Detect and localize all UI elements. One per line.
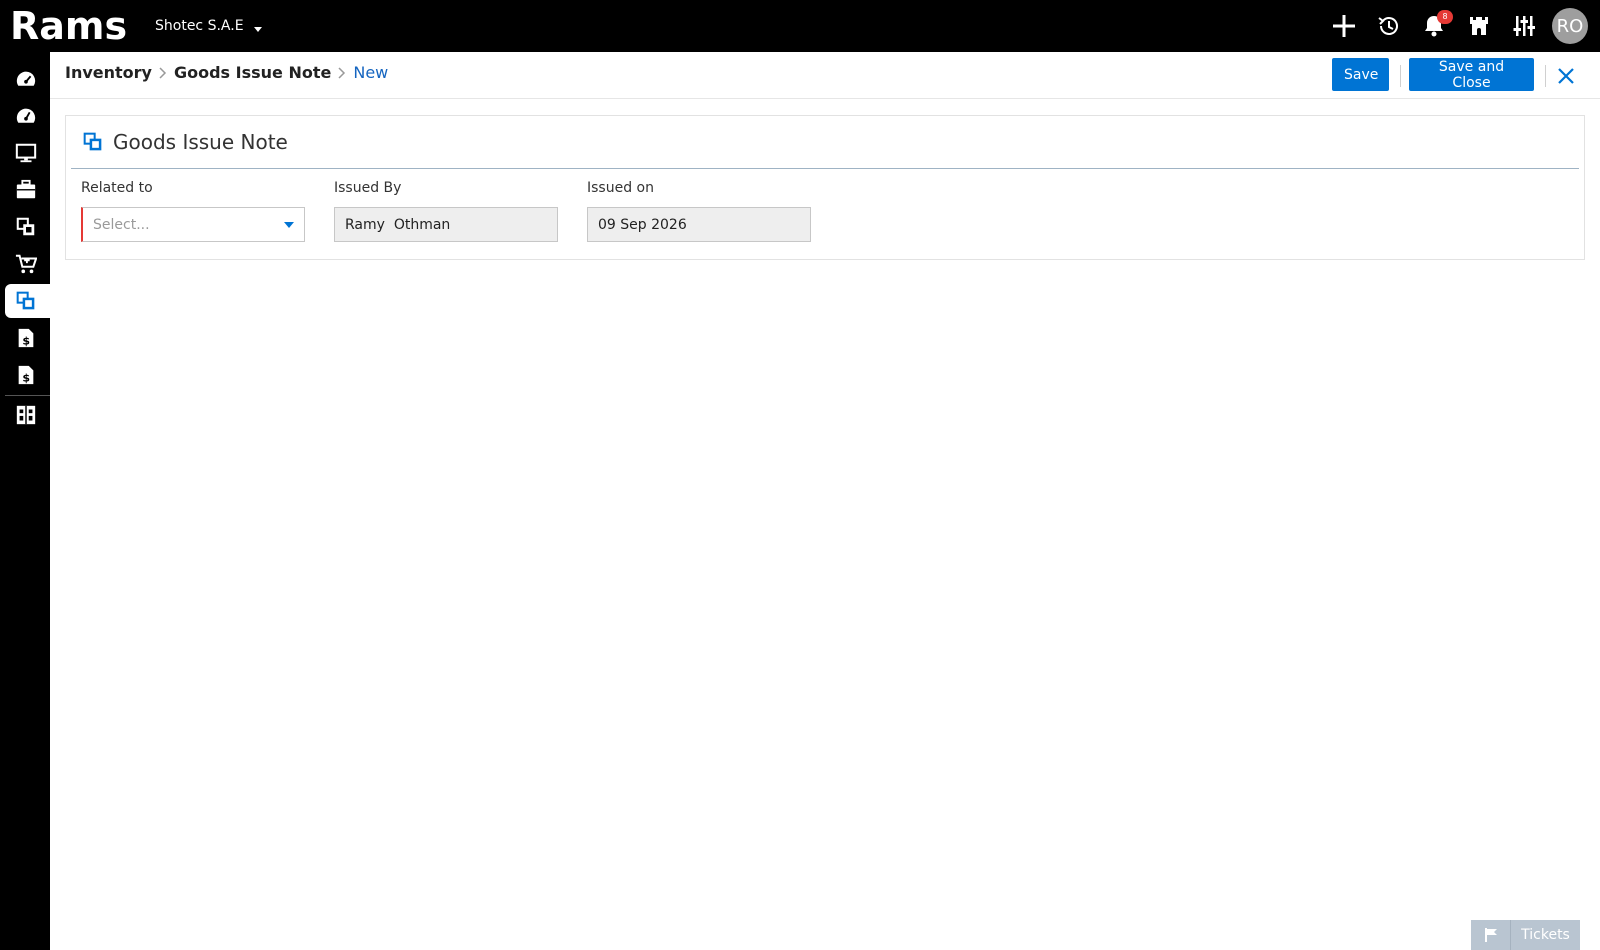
sidebar-item-monitor[interactable]: [5, 136, 50, 170]
svg-text:$: $: [22, 334, 30, 347]
issued-on-value: 09 Sep 2026: [598, 216, 687, 233]
notification-badge: 8: [1437, 10, 1453, 24]
tickets-button[interactable]: Tickets: [1471, 920, 1580, 950]
issued-on-label: Issued on: [587, 180, 654, 196]
monitor-icon: [15, 143, 36, 163]
breadcrumb-inventory[interactable]: Inventory: [65, 63, 152, 82]
save-and-close-button[interactable]: Save and Close: [1409, 58, 1534, 91]
add-icon: [1332, 15, 1355, 37]
company-name: Shotec S.A.E: [155, 18, 244, 34]
chevron-right-icon: [338, 66, 346, 79]
sidebar-item-briefcase[interactable]: [5, 173, 50, 207]
settings-button[interactable]: [1501, 0, 1546, 52]
flag-icon: [1471, 920, 1511, 950]
top-bar: Rams Shotec S.A.E 8 RO: [0, 0, 1600, 52]
breadcrumb-goods-issue-note[interactable]: Goods Issue Note: [174, 63, 331, 82]
sidebar-item-dashboard[interactable]: [5, 62, 50, 96]
close-button[interactable]: [1554, 64, 1578, 88]
tickets-label: Tickets: [1521, 927, 1570, 943]
divider: [1545, 65, 1546, 87]
issued-on-input: 09 Sep 2026: [587, 207, 811, 242]
invoice-alt-icon: $: [18, 365, 33, 384]
sidebar-item-cart[interactable]: [5, 247, 50, 281]
history-icon: [1377, 17, 1398, 35]
dashboard-alt-icon: [16, 108, 35, 123]
breadcrumb-current: New: [353, 63, 389, 82]
save-button[interactable]: Save: [1332, 58, 1389, 91]
sidebar-item-invoice-2[interactable]: $: [5, 358, 50, 392]
related-to-field: Related to Select...: [81, 180, 305, 242]
sidebar-item-inventory[interactable]: [5, 210, 50, 244]
related-to-placeholder: Select...: [93, 216, 150, 233]
issued-by-value: Ramy Othman: [345, 216, 451, 233]
close-icon: [1558, 68, 1574, 84]
castle-button[interactable]: [1456, 0, 1501, 52]
add-button[interactable]: [1321, 0, 1366, 52]
chevron-right-icon: [159, 66, 167, 79]
svg-text:Rams: Rams: [10, 6, 127, 46]
panel-header: Goods Issue Note: [71, 116, 1579, 169]
svg-text:$: $: [22, 371, 30, 384]
sidebar-divider: [5, 395, 50, 396]
sidebar-item-goods-issue[interactable]: [5, 284, 50, 318]
history-button[interactable]: [1366, 0, 1411, 52]
related-to-label: Related to: [81, 180, 153, 196]
chevron-down-icon: [253, 26, 262, 32]
app-logo[interactable]: Rams: [10, 4, 130, 48]
page-header: Inventory Goods Issue Note New Save Save…: [50, 52, 1600, 99]
sidebar-item-invoice[interactable]: $: [5, 321, 50, 355]
notifications-button[interactable]: 8: [1411, 0, 1456, 52]
related-to-select[interactable]: Select...: [81, 207, 305, 242]
sidebar-item-reports[interactable]: [5, 398, 50, 432]
goods-issue-icon: [16, 291, 34, 310]
avatar[interactable]: RO: [1552, 8, 1588, 44]
cart-icon: [15, 254, 37, 274]
goods-issue-panel: Goods Issue Note Related to Select... Is…: [65, 115, 1585, 260]
inventory-icon: [16, 217, 34, 236]
goods-issue-icon: [83, 132, 103, 152]
sidebar-item-dashboard-2[interactable]: [5, 99, 50, 133]
reports-icon: [16, 405, 35, 425]
company-selector[interactable]: Shotec S.A.E: [155, 18, 262, 34]
issued-by-input: Ramy Othman: [334, 207, 558, 242]
castle-icon: [1469, 17, 1488, 35]
divider: [1400, 65, 1401, 87]
briefcase-icon: [16, 179, 35, 199]
dashboard-icon: [16, 71, 35, 86]
sidebar: $ $: [0, 52, 50, 950]
issued-by-label: Issued By: [334, 180, 402, 196]
sliders-icon: [1513, 16, 1535, 36]
page-title: Goods Issue Note: [113, 130, 288, 154]
invoice-icon: $: [18, 328, 33, 347]
chevron-down-icon: [284, 221, 294, 228]
breadcrumb: Inventory Goods Issue Note New: [65, 63, 388, 82]
issued-on-field: Issued on 09 Sep 2026: [587, 180, 811, 242]
issued-by-field: Issued By Ramy Othman: [334, 180, 558, 242]
